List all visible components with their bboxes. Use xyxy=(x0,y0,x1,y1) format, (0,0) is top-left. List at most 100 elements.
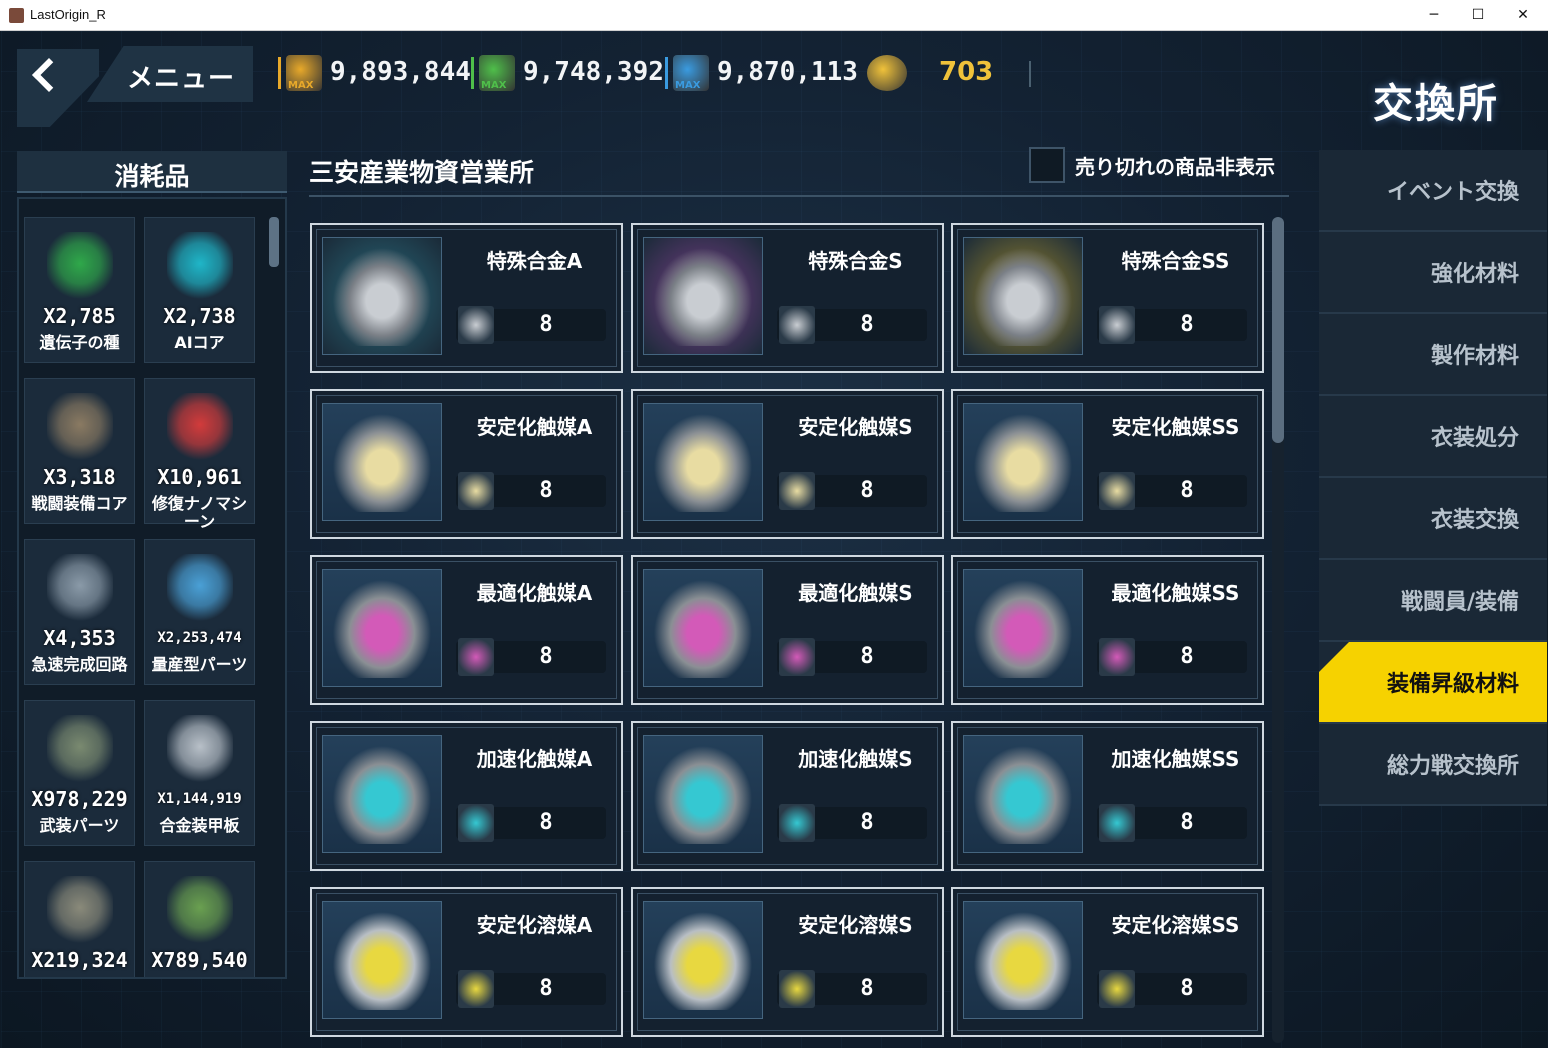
item-count: X2,785 xyxy=(43,304,116,328)
inventory-item[interactable]: X219,324 xyxy=(24,861,135,977)
back-button[interactable] xyxy=(17,49,99,127)
inventory-item[interactable]: X2,738 AIコア xyxy=(144,217,255,363)
shop-item-card[interactable]: 安定化溶媒S 8 xyxy=(631,887,944,1037)
item-image xyxy=(643,237,763,355)
item-name: 加速化触媒S xyxy=(798,747,913,771)
shop-item-card[interactable]: 安定化触媒S 8 xyxy=(631,389,944,539)
shop-item-card[interactable]: 安定化溶媒A 8 xyxy=(310,887,623,1037)
app-icon xyxy=(9,8,24,23)
cost-material-icon xyxy=(1099,804,1135,842)
hide-sold-out-label[interactable]: 売り切れの商品非表示 xyxy=(1075,151,1275,180)
tab-2[interactable]: 強化材料 xyxy=(1319,232,1547,314)
item-name: 修復ナノマシーン xyxy=(151,494,248,531)
item-cost: 8 xyxy=(456,306,606,344)
tab-6[interactable]: 戦闘員/装備 xyxy=(1319,560,1547,642)
shop-item-card[interactable]: 加速化触媒A 8 xyxy=(310,721,623,871)
tab-label: 衣装処分 xyxy=(1430,426,1519,451)
shop-item-card[interactable]: 加速化触媒S 8 xyxy=(631,721,944,871)
item-count: X4,353 xyxy=(43,626,116,650)
item-cost: 8 xyxy=(777,804,927,842)
shop-item-card[interactable]: 特殊合金SS 8 xyxy=(951,223,1264,373)
consumables-title: 消耗品 xyxy=(114,162,190,191)
item-cost: 8 xyxy=(1097,638,1247,676)
shop-item-card[interactable]: 安定化触媒SS 8 xyxy=(951,389,1264,539)
consumables-scroll-thumb[interactable] xyxy=(269,217,279,267)
shop-item-card[interactable]: 安定化触媒A 8 xyxy=(310,389,623,539)
item-count: X789,540 xyxy=(151,948,248,972)
stabilizing-catalyst-a-icon xyxy=(331,412,433,512)
item-name: AIコア xyxy=(174,333,225,352)
cost-value: 8 xyxy=(860,976,874,1001)
window-title: LastOrigin_R xyxy=(30,7,106,22)
cost-value: 8 xyxy=(1180,478,1194,503)
menu-button[interactable]: メニュー xyxy=(87,46,253,102)
hide-sold-out-checkbox[interactable] xyxy=(1029,147,1065,183)
tab-label: 装備昇級材料 xyxy=(1386,672,1519,697)
cost-material-icon xyxy=(779,970,815,1008)
tab-8[interactable]: 総力戦交換所 xyxy=(1319,724,1547,806)
optimizing-catalyst-s-icon xyxy=(652,578,754,678)
ai-core-icon xyxy=(167,232,233,302)
cost-value: 8 xyxy=(1180,976,1194,1001)
tab-7[interactable]: 装備昇級材料 xyxy=(1319,642,1547,724)
item-name: 最適化触媒A xyxy=(476,581,593,605)
tab-label: イベント交換 xyxy=(1386,180,1519,205)
item-cost: 8 xyxy=(777,970,927,1008)
inventory-item[interactable]: X3,318 戦闘装備コア xyxy=(24,378,135,524)
cost-material-icon xyxy=(1099,970,1135,1008)
item-name: 特殊合金S xyxy=(808,249,903,273)
inventory-item[interactable]: X2,253,474 量産型パーツ xyxy=(144,539,255,685)
shop-item-card[interactable]: 特殊合金A 8 xyxy=(310,223,623,373)
optimizing-catalyst-ss-icon xyxy=(972,578,1074,678)
item-image xyxy=(643,901,763,1019)
resource-value: 9,870,113 xyxy=(717,57,858,87)
shop-scroll-thumb[interactable] xyxy=(1272,217,1284,443)
inventory-item[interactable]: X2,785 遺伝子の種 xyxy=(24,217,135,363)
shop-item-card[interactable]: 最適化触媒A 8 xyxy=(310,555,623,705)
gene-seed-icon xyxy=(47,232,113,302)
power-max-icon: MAX xyxy=(673,55,709,91)
tab-1[interactable]: イベント交換 xyxy=(1319,150,1547,232)
shop-item-card[interactable]: 加速化触媒SS 8 xyxy=(951,721,1264,871)
inventory-item[interactable]: X4,353 急速完成回路 xyxy=(24,539,135,685)
stabilizing-solvent-ss-icon xyxy=(972,910,1074,1010)
inventory-item[interactable]: X10,961 修復ナノマシーン xyxy=(144,378,255,531)
cost-value: 8 xyxy=(539,976,553,1001)
item-name: 安定化触媒S xyxy=(798,415,913,439)
shop-item-card[interactable]: 安定化溶媒SS 8 xyxy=(951,887,1264,1037)
item-name: 安定化溶媒S xyxy=(798,913,913,937)
close-button[interactable]: ✕ xyxy=(1500,0,1546,31)
armament-parts-icon xyxy=(47,715,113,785)
item-count: X2,253,474 xyxy=(157,630,242,646)
consumables-list[interactable]: X2,785 遺伝子の種 X2,738 AIコア X3,318 戦闘装備コア X10,961… xyxy=(17,197,287,979)
item-image xyxy=(963,735,1083,853)
accelerating-catalyst-s-icon xyxy=(652,744,754,844)
shop-item-card[interactable]: 最適化触媒SS 8 xyxy=(951,555,1264,705)
item-name: 武装パーツ xyxy=(39,816,120,835)
cost-value: 8 xyxy=(860,644,874,669)
item-image xyxy=(963,901,1083,1019)
cost-value: 8 xyxy=(1180,312,1194,337)
quick-complete-circuit-icon xyxy=(47,554,113,624)
resource-separator xyxy=(278,57,281,89)
inventory-item[interactable]: X978,229 武装パーツ xyxy=(24,700,135,846)
cost-material-icon xyxy=(1099,306,1135,344)
tab-4[interactable]: 衣装処分 xyxy=(1319,396,1547,478)
tab-5[interactable]: 衣装交換 xyxy=(1319,478,1547,560)
shop-item-card[interactable]: 特殊合金S 8 xyxy=(631,223,944,373)
weapon-parts-icon xyxy=(47,876,113,946)
item-name: 最適化触媒S xyxy=(798,581,913,605)
tab-3[interactable]: 製作材料 xyxy=(1319,314,1547,396)
shop-item-card[interactable]: 最適化触媒S 8 xyxy=(631,555,944,705)
cost-material-icon xyxy=(458,638,494,676)
inventory-item[interactable]: X789,540 xyxy=(144,861,255,977)
cost-value: 8 xyxy=(1180,810,1194,835)
cost-value: 8 xyxy=(1180,644,1194,669)
maximize-button[interactable]: ☐ xyxy=(1455,0,1501,31)
cost-value: 8 xyxy=(539,810,553,835)
item-name: 量産型パーツ xyxy=(151,655,248,674)
minimize-button[interactable]: ─ xyxy=(1411,0,1457,31)
inventory-item[interactable]: X1,144,919 合金装甲板 xyxy=(144,700,255,846)
consumables-scrollbar[interactable] xyxy=(269,217,279,977)
accelerating-catalyst-ss-icon xyxy=(972,744,1074,844)
